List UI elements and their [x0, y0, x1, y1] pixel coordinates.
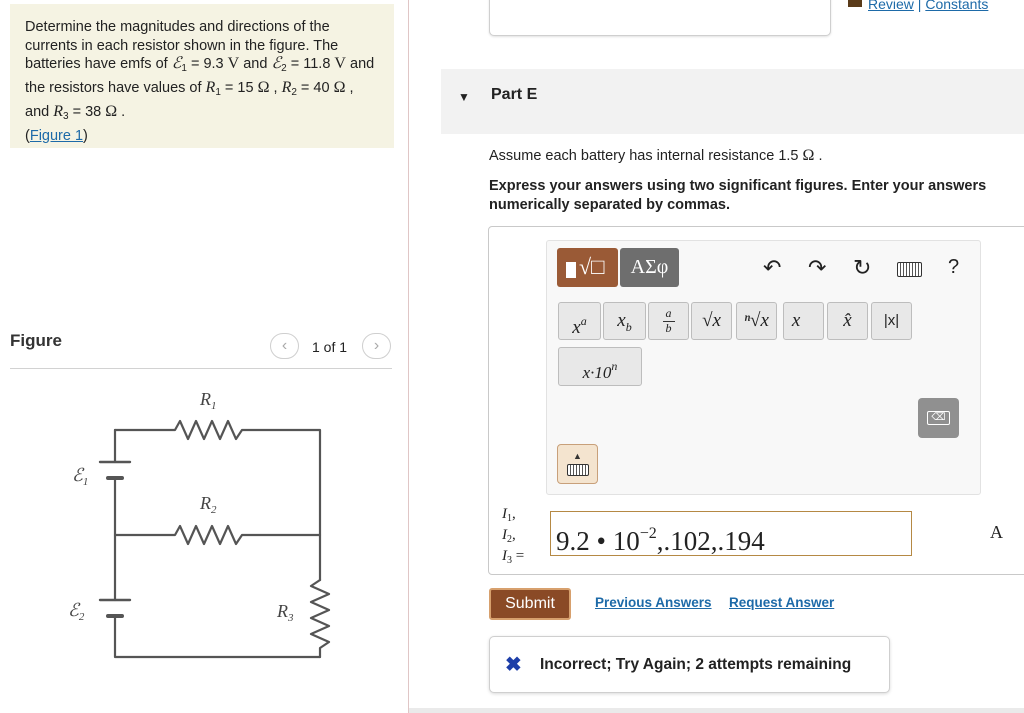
previous-answers-link[interactable]: Previous Answers — [595, 595, 712, 610]
review-book-icon — [848, 0, 862, 7]
figure-divider — [10, 368, 392, 369]
figure-link-close: ) — [83, 127, 88, 144]
emf2-unit: V — [334, 55, 346, 73]
figure-heading: Figure — [10, 331, 62, 350]
square-root-template-button[interactable]: √x — [691, 302, 732, 340]
constants-link[interactable]: Constants — [925, 0, 988, 12]
vector-template-button[interactable]: x⃗ — [783, 302, 824, 340]
absolute-value-template-button[interactable]: |x| — [871, 302, 912, 340]
part-title: Part E — [491, 86, 538, 103]
r3-symbol: R — [53, 102, 64, 120]
submit-button[interactable]: Submit — [489, 588, 571, 620]
previous-part-box — [489, 0, 831, 36]
redo-icon[interactable]: ↷ — [808, 255, 826, 281]
wire-right-lower — [309, 578, 331, 659]
part-prompt-end: . — [814, 148, 823, 164]
keyboard-toggle-button[interactable]: ▲ — [557, 444, 598, 484]
keyboard-shortcuts-icon[interactable] — [897, 262, 922, 277]
part-prompt: Assume each battery has internal resista… — [489, 147, 822, 165]
r2-unit: Ω — [333, 79, 346, 97]
r3-value: = 38 — [68, 103, 106, 120]
fraction-numerator: a — [665, 306, 672, 320]
fraction-denominator: b — [665, 321, 672, 335]
keyboard-icon — [567, 464, 589, 476]
answer-variable-labels: I1, I2, I3 = — [502, 506, 525, 566]
figure-next-button[interactable]: › — [362, 333, 391, 359]
emf1-label: ℰ1 — [72, 465, 88, 488]
answer-mantissa: 9.2 • 10 — [556, 526, 640, 556]
header-links: Review | Constants — [848, 0, 988, 12]
power-base: x — [572, 317, 581, 338]
bottom-strip — [409, 708, 1024, 713]
var-i2-sub: 2 — [507, 534, 512, 545]
wire-middle — [113, 524, 322, 546]
problem-text-end: . — [117, 103, 126, 120]
part-prompt-text: Assume each battery has internal resista… — [489, 148, 803, 164]
subscript-template-button[interactable]: xb — [603, 302, 646, 340]
emf1-symbol: ℰ — [171, 55, 182, 73]
sci-notation-exponent: n — [611, 359, 618, 373]
collapse-caret-icon[interactable]: ▼ — [458, 90, 470, 104]
power-template-button[interactable]: xa — [558, 302, 601, 340]
help-icon[interactable]: ? — [948, 256, 959, 279]
r2-symbol: R — [281, 79, 292, 97]
battery-2 — [98, 598, 132, 618]
subscript-base: x — [617, 310, 626, 331]
fraction-template-button[interactable]: ab — [648, 302, 689, 340]
unit-vector-template-button[interactable]: x̂ — [827, 302, 868, 340]
emf1-value: = 9.3 — [186, 56, 228, 73]
part-prompt-unit: Ω — [802, 147, 815, 164]
r2-value: = 40 — [296, 80, 334, 97]
var-i1-sub: 1 — [507, 513, 512, 524]
figure-prev-button[interactable]: ‹ — [270, 333, 299, 359]
r3-label: R3 — [276, 601, 294, 624]
root-template-icon: √□ — [579, 254, 605, 279]
answer-unit: A — [990, 522, 1003, 542]
circuit-diagram: R1 R2 R3 ℰ1 ℰ2 — [68, 389, 331, 659]
emf1-unit: V — [227, 55, 240, 73]
sci-notation-base: x·10 — [582, 363, 612, 382]
r1-label: R1 — [199, 389, 217, 412]
answer-rest: ,.102,.194 — [656, 526, 765, 556]
column-divider — [408, 0, 409, 713]
answer-instructions: Express your answers using two significa… — [489, 178, 987, 213]
figure-1-link[interactable]: Figure 1 — [30, 128, 83, 144]
answer-input[interactable]: 9.2 • 10−2,.102,.194 — [550, 511, 912, 556]
emf2-value: = 11.8 — [286, 56, 335, 73]
wire-top — [113, 419, 322, 582]
reset-icon[interactable]: ↻ — [853, 255, 871, 281]
greek-symbols-button[interactable]: ΑΣφ — [620, 248, 679, 287]
problem-text-and: and — [239, 56, 272, 73]
emf2-label: ℰ2 — [68, 600, 85, 623]
emf2-symbol: ℰ — [271, 55, 282, 73]
r1-symbol: R — [205, 79, 216, 97]
review-link[interactable]: Review — [868, 0, 914, 12]
header-link-separator: | — [913, 0, 926, 12]
r1-value: = 15 — [220, 80, 258, 97]
request-answer-link[interactable]: Request Answer — [729, 595, 834, 610]
backspace-button[interactable]: ⌫ — [918, 398, 959, 438]
scientific-notation-template-button[interactable]: x·10n — [558, 347, 642, 386]
incorrect-icon: ✖ — [505, 654, 522, 676]
expand-up-icon: ▲ — [573, 451, 582, 461]
problem-text-comma: , — [269, 80, 282, 97]
power-exponent: a — [580, 314, 587, 328]
undo-icon[interactable]: ↶ — [763, 255, 781, 281]
equals-sign: = — [512, 548, 525, 564]
nth-root-template-button[interactable]: ⁿ√x — [736, 302, 777, 340]
answer-exponent: −2 — [639, 525, 657, 542]
template-block-icon — [566, 262, 576, 278]
r2-label: R2 — [199, 493, 217, 516]
r3-unit: Ω — [105, 102, 118, 120]
backspace-icon: ⌫ — [927, 411, 950, 425]
templates-mode-button[interactable]: √□ — [557, 248, 618, 287]
feedback-message: Incorrect; Try Again; 2 attempts remaini… — [540, 656, 852, 673]
battery-1 — [98, 460, 132, 480]
subscript-index: b — [625, 320, 632, 334]
figure-pager-text: 1 of 1 — [312, 339, 348, 355]
r1-unit: Ω — [257, 79, 270, 97]
problem-statement: Determine the magnitudes and directions … — [10, 4, 394, 148]
